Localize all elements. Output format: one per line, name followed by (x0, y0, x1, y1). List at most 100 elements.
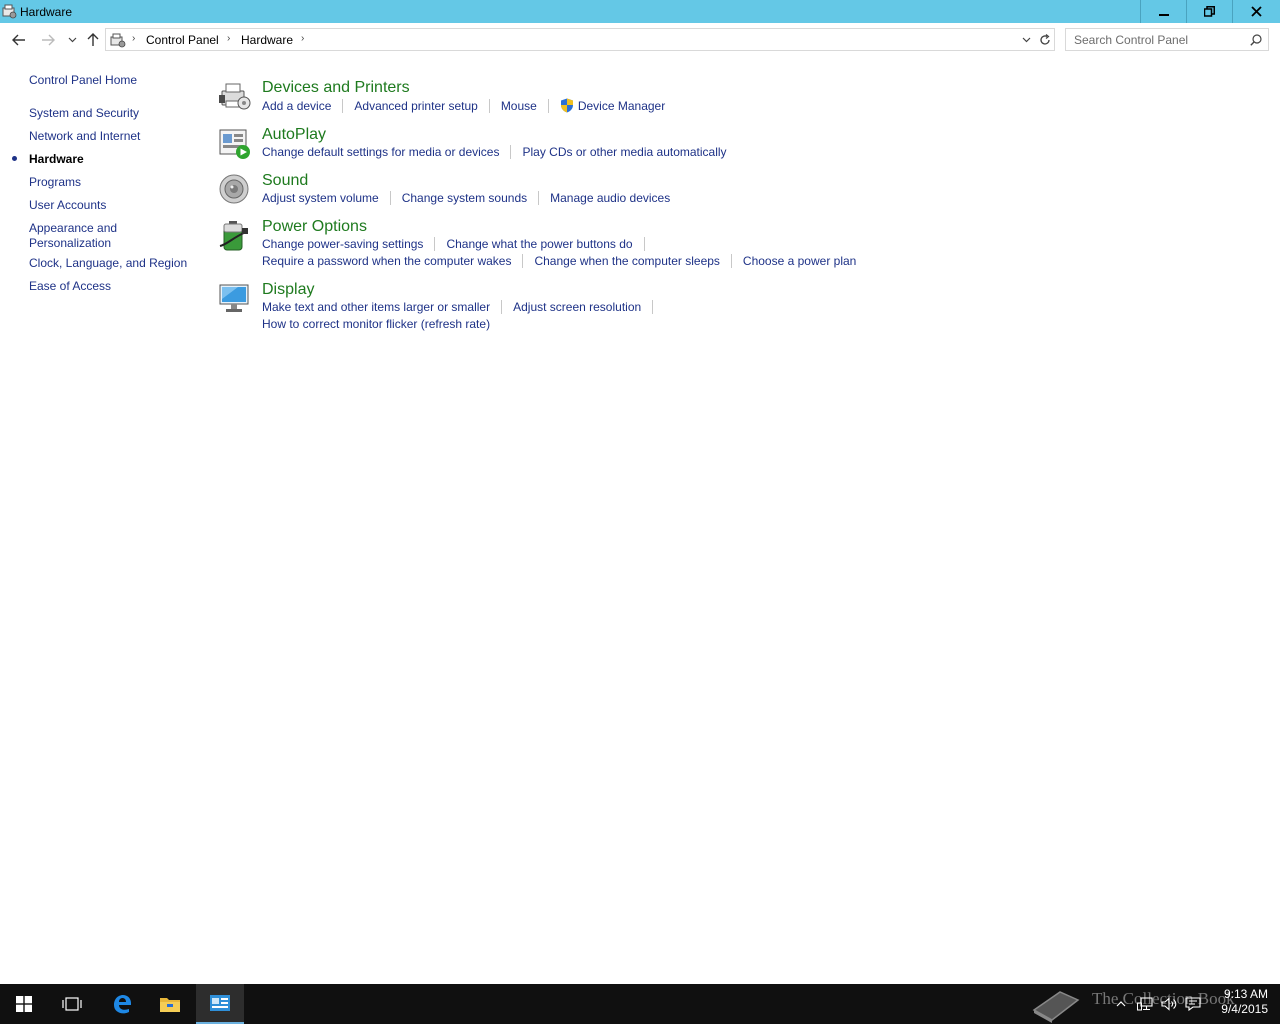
edge-browser-button[interactable] (98, 984, 146, 1024)
task-view-icon (62, 997, 82, 1011)
control-panel-icon (110, 33, 126, 48)
back-button[interactable] (10, 31, 28, 49)
search-input[interactable] (1066, 29, 1246, 50)
taskbar-clock[interactable]: 9:13 AM 9/4/2015 (1208, 987, 1268, 1017)
breadcrumb-control-panel[interactable]: Control Panel (146, 33, 219, 47)
make-text-larger-link[interactable]: Make text and other items larger or smal… (262, 300, 490, 314)
uac-shield-icon (560, 98, 573, 113)
volume-tray-button[interactable] (1160, 996, 1178, 1012)
volume-icon (1160, 997, 1176, 1011)
manage-audio-devices-link[interactable]: Manage audio devices (550, 191, 670, 205)
change-power-buttons-link[interactable]: Change what the power buttons do (446, 237, 632, 251)
divider (434, 237, 436, 251)
breadcrumb-separator-icon[interactable]: › (227, 33, 230, 44)
power-options-title[interactable]: Power Options (262, 218, 367, 236)
sidebar-item-appearance-and-personalization[interactable]: Appearance and Personalization (29, 221, 117, 251)
taskbar: The Collection Book 9:13 AM 9/4/2015 (0, 984, 1280, 1024)
chevron-down-icon (68, 37, 76, 43)
link-row: Add a device Advanced printer setup Mous… (262, 98, 665, 113)
choose-power-plan-link[interactable]: Choose a power plan (743, 254, 856, 268)
device-manager-link[interactable]: Device Manager (578, 99, 665, 113)
address-bar[interactable]: › Control Panel › Hardware › (105, 28, 1055, 51)
battery-icon (219, 221, 248, 251)
search-box[interactable] (1065, 28, 1269, 51)
change-power-saving-settings-link[interactable]: Change power-saving settings (262, 237, 423, 251)
clock-date: 9/4/2015 (1221, 1002, 1268, 1016)
refresh-button[interactable] (1037, 32, 1053, 48)
display-title[interactable]: Display (262, 281, 314, 299)
title-bar: Hardware (0, 0, 1280, 23)
monitor-flicker-link[interactable]: How to correct monitor flicker (refresh … (262, 317, 490, 331)
recent-locations-button[interactable] (63, 31, 81, 49)
sidebar-item-user-accounts[interactable]: User Accounts (29, 198, 106, 213)
link-row: Make text and other items larger or smal… (262, 300, 664, 314)
up-arrow-icon (87, 33, 99, 46)
divider (342, 98, 344, 113)
link-row: Adjust system volume Change system sound… (262, 191, 670, 205)
search-icon[interactable] (1248, 32, 1264, 48)
advanced-printer-setup-link[interactable]: Advanced printer setup (354, 99, 477, 113)
edge-icon (114, 995, 131, 1014)
breadcrumb-separator-icon[interactable]: › (301, 33, 304, 44)
clock-time: 9:13 AM (1223, 987, 1268, 1001)
network-icon (1137, 997, 1153, 1011)
divider (501, 300, 503, 314)
divider (389, 191, 391, 205)
add-a-device-link[interactable]: Add a device (262, 99, 331, 113)
show-hidden-icons-button[interactable] (1112, 996, 1130, 1012)
link-row: Change default settings for media or dev… (262, 145, 727, 159)
forward-button[interactable] (39, 31, 57, 49)
sidebar-item-ease-of-access[interactable]: Ease of Access (29, 279, 111, 294)
speaker-icon (219, 174, 249, 204)
sound-title[interactable]: Sound (262, 172, 308, 190)
network-tray-button[interactable] (1136, 996, 1154, 1012)
control-panel-taskbar-button[interactable] (196, 984, 244, 1024)
autoplay-icon (219, 129, 250, 159)
change-sleep-time-link[interactable]: Change when the computer sleeps (534, 254, 719, 268)
windows-logo-icon (16, 996, 32, 1012)
sidebar-item-label: Personalization (29, 236, 112, 250)
breadcrumb-hardware[interactable]: Hardware (241, 33, 293, 47)
divider (547, 98, 549, 113)
sidebar-item-control-panel-home[interactable]: Control Panel Home (29, 73, 137, 88)
sidebar-item-system-and-security[interactable]: System and Security (29, 106, 139, 121)
task-view-button[interactable] (48, 984, 96, 1024)
book-icon (1032, 991, 1080, 1023)
divider (538, 191, 540, 205)
up-button[interactable] (84, 31, 102, 49)
file-explorer-button[interactable] (146, 984, 194, 1024)
address-history-button[interactable] (1018, 33, 1034, 47)
play-cds-automatically-link[interactable]: Play CDs or other media automatically (522, 145, 726, 159)
change-default-media-settings-link[interactable]: Change default settings for media or dev… (262, 145, 499, 159)
close-button[interactable] (1232, 0, 1280, 23)
divider (488, 98, 490, 113)
divider (730, 254, 732, 268)
action-center-button[interactable] (1184, 996, 1202, 1012)
divider (510, 145, 512, 159)
adjust-screen-resolution-link[interactable]: Adjust screen resolution (513, 300, 641, 314)
minimize-button[interactable] (1140, 0, 1186, 23)
folder-icon (160, 998, 180, 1012)
current-item-bullet-icon (12, 156, 17, 161)
start-button[interactable] (0, 984, 48, 1024)
sidebar-item-network-and-internet[interactable]: Network and Internet (29, 129, 140, 144)
chevron-down-icon (1022, 37, 1030, 43)
adjust-system-volume-link[interactable]: Adjust system volume (262, 191, 379, 205)
control-panel-icon (2, 4, 17, 19)
close-icon (1251, 6, 1262, 17)
monitor-icon (219, 284, 249, 312)
sidebar-item-programs[interactable]: Programs (29, 175, 81, 190)
chevron-up-icon (1116, 1001, 1126, 1007)
devices-and-printers-title[interactable]: Devices and Printers (262, 79, 410, 97)
autoplay-title[interactable]: AutoPlay (262, 126, 326, 144)
restore-icon (1204, 6, 1215, 17)
mouse-link[interactable]: Mouse (501, 99, 537, 113)
breadcrumb-separator-icon[interactable]: › (132, 33, 135, 44)
sidebar-item-hardware: Hardware (29, 152, 84, 166)
restore-button[interactable] (1186, 0, 1232, 23)
control-panel-icon (210, 995, 230, 1011)
require-password-on-wake-link[interactable]: Require a password when the computer wak… (262, 254, 511, 268)
sidebar-item-clock-language-region[interactable]: Clock, Language, and Region (29, 256, 187, 271)
minimize-icon (1158, 13, 1169, 16)
change-system-sounds-link[interactable]: Change system sounds (402, 191, 527, 205)
